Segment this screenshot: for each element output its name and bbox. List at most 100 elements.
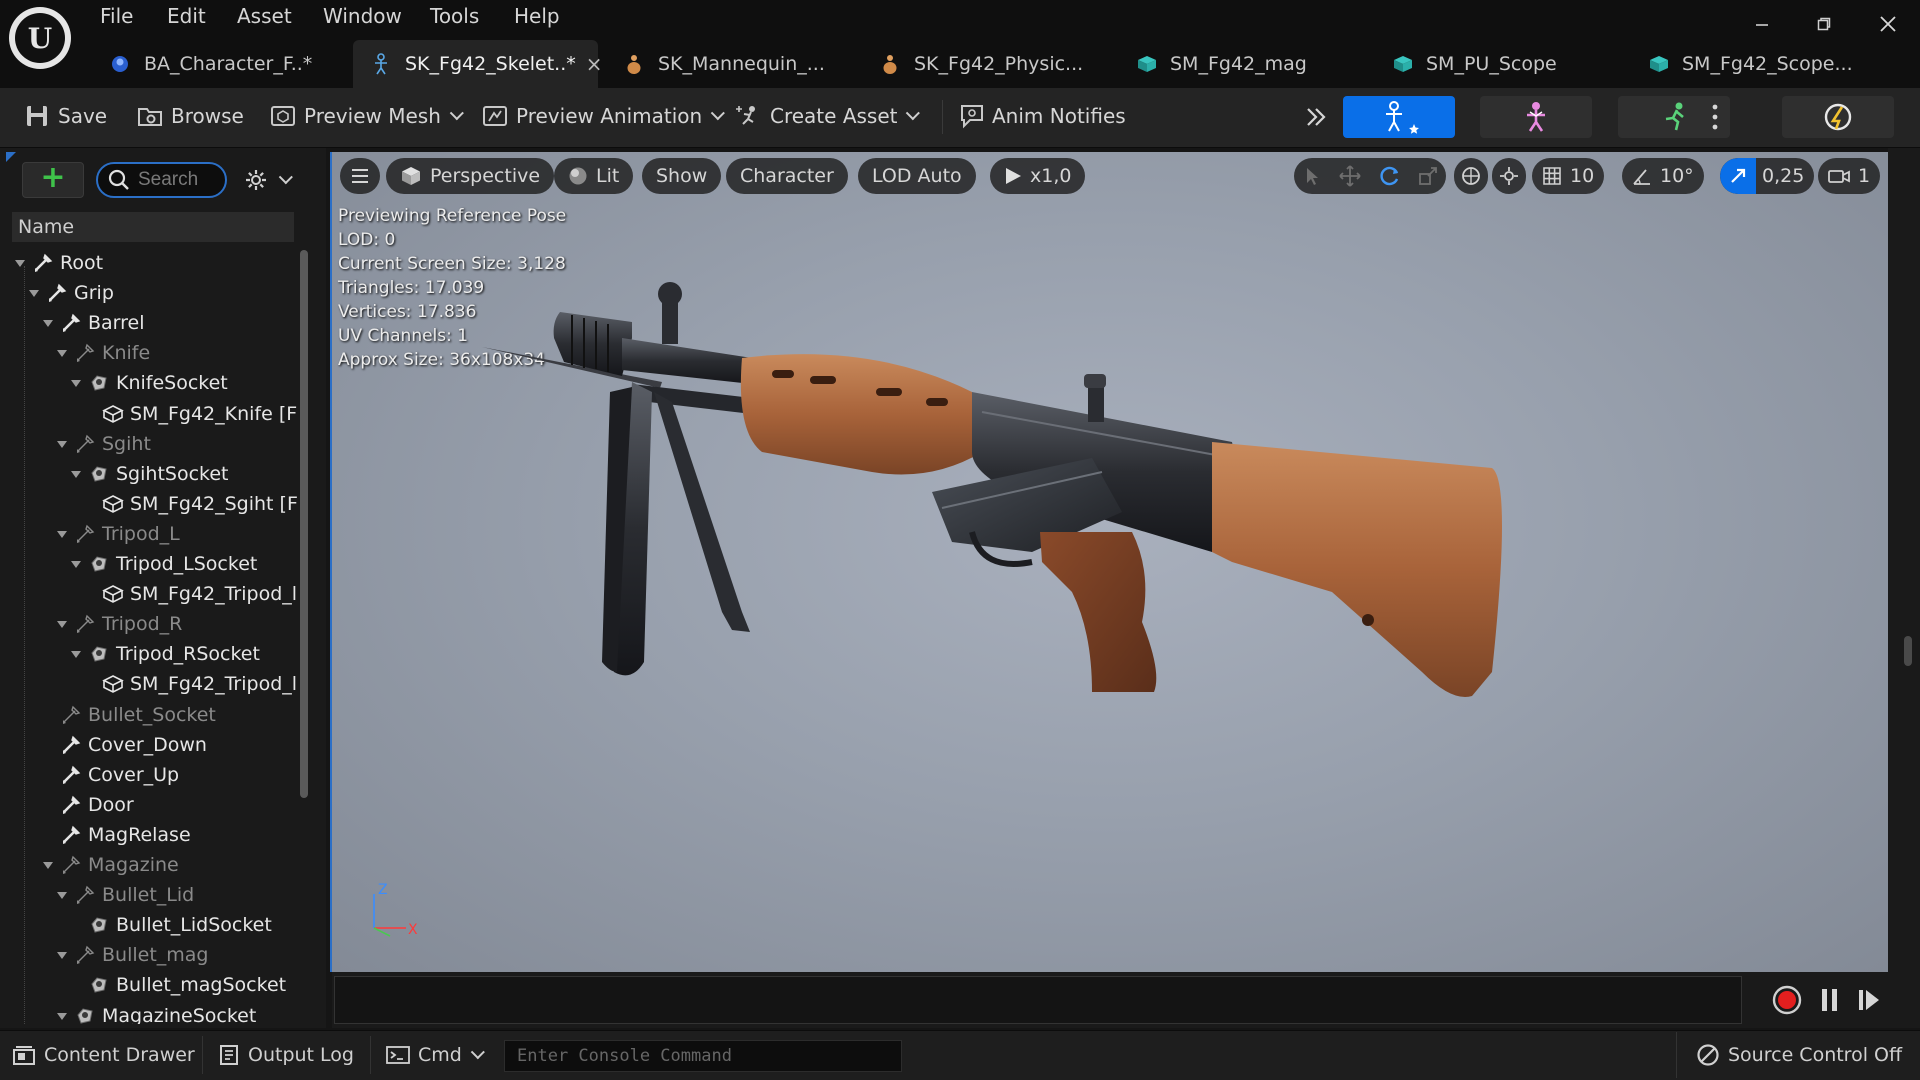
- expand-arrow-icon[interactable]: [56, 949, 68, 961]
- tree-row-socket[interactable]: Tripod_RSocket: [70, 639, 260, 669]
- step-forward-icon: [1859, 990, 1879, 1010]
- expand-arrow-icon[interactable]: [56, 1010, 68, 1022]
- search-input[interactable]: [138, 169, 218, 191]
- status-divider: [370, 1036, 371, 1074]
- bone-icon: [60, 854, 82, 876]
- step-forward-button[interactable]: [1855, 984, 1883, 1016]
- pause-button[interactable]: [1817, 984, 1843, 1016]
- minimize-icon[interactable]: [1742, 6, 1782, 42]
- unreal-logo-icon[interactable]: U: [9, 7, 71, 69]
- add-socket-button[interactable]: +: [22, 162, 84, 198]
- expand-arrow-icon[interactable]: [70, 648, 82, 660]
- tree-row-bone[interactable]: Magazine: [42, 850, 179, 880]
- console-input[interactable]: Enter Console Command: [504, 1040, 902, 1072]
- record-button[interactable]: [1771, 984, 1803, 1016]
- skeletal-mesh-mode-button[interactable]: [1480, 96, 1592, 138]
- menu-edit[interactable]: Edit: [167, 4, 206, 32]
- tree-row-bone[interactable]: Grip: [28, 278, 114, 308]
- right-scrollbar[interactable]: [1904, 636, 1912, 666]
- tree-row-socket[interactable]: SgihtSocket: [70, 459, 229, 489]
- close-window-icon[interactable]: [1868, 6, 1908, 42]
- expand-arrow-icon[interactable]: [56, 528, 68, 540]
- preview-animation-button[interactable]: Preview Animation: [482, 98, 726, 134]
- expand-arrow-icon[interactable]: [70, 377, 82, 389]
- expand-arrow-icon[interactable]: [70, 468, 82, 480]
- restore-icon[interactable]: [1804, 6, 1844, 42]
- expand-arrow-icon[interactable]: [42, 859, 54, 871]
- save-button[interactable]: Save: [24, 98, 107, 134]
- tree-column-header-name[interactable]: Name: [12, 212, 294, 242]
- expand-arrow-icon[interactable]: [14, 257, 26, 269]
- create-asset-button[interactable]: Create Asset: [736, 98, 921, 134]
- search-box[interactable]: [96, 162, 227, 198]
- tree-row-bone[interactable]: Barrel: [42, 308, 145, 338]
- skeleton-mode-button[interactable]: [1343, 96, 1455, 138]
- expand-arrow-icon[interactable]: [70, 558, 82, 570]
- tree-row-bone[interactable]: Sgiht: [56, 429, 151, 459]
- tree-row-bone[interactable]: Knife: [56, 338, 150, 368]
- tree-row-bone[interactable]: Tripod_L: [56, 519, 180, 549]
- tree-row-mesh[interactable]: SM_Fg42_Sgiht [F: [84, 489, 298, 519]
- tree-row-socket[interactable]: MagazineSocket: [56, 1001, 256, 1024]
- tree-row-bone[interactable]: Cover_Down: [42, 730, 207, 760]
- preview-animation-icon: [482, 103, 508, 129]
- tree-row-label: SM_Fg42_Sgiht [F: [130, 492, 298, 515]
- expand-arrow-icon[interactable]: [56, 889, 68, 901]
- source-control-button[interactable]: Source Control Off: [1696, 1038, 1902, 1072]
- tree-row-mesh[interactable]: SM_Fg42_Knife [F: [84, 399, 297, 429]
- menu-file[interactable]: File: [100, 4, 133, 32]
- tab-sk-mannequin[interactable]: SK_Mannequin_...: [606, 40, 858, 88]
- more-options-icon[interactable]: [1703, 98, 1727, 136]
- tab-sm-fg42-mag[interactable]: SM_Fg42_mag: [1118, 40, 1370, 88]
- tree-row-mesh[interactable]: SM_Fg42_Tripod_l: [84, 669, 297, 699]
- static-mesh-icon: [102, 493, 124, 515]
- tree-row-bone[interactable]: Bullet_Socket: [42, 700, 216, 730]
- content-drawer-icon: [12, 1044, 36, 1066]
- expand-arrow-icon[interactable]: [56, 438, 68, 450]
- tree-row-bone[interactable]: Bullet_mag: [56, 940, 209, 970]
- toolbar-overflow-icon[interactable]: [1304, 100, 1334, 134]
- tree-guide-lines: [24, 266, 25, 1024]
- output-log-button[interactable]: Output Log: [218, 1038, 354, 1072]
- tree-row-bone[interactable]: MagRelase: [42, 820, 191, 850]
- tree-row-socket[interactable]: KnifeSocket: [70, 368, 228, 398]
- tree-scrollbar[interactable]: [300, 250, 308, 798]
- anim-notifies-button[interactable]: Anim Notifies: [958, 98, 1126, 134]
- preview-viewport[interactable]: Perspective Lit Show Character LOD Auto …: [332, 152, 1888, 972]
- tree-row-bone[interactable]: Cover_Up: [42, 760, 179, 790]
- bone-icon: [60, 824, 82, 846]
- tree-settings-button[interactable]: [244, 164, 294, 196]
- tree-row-bone[interactable]: Bullet_Lid: [56, 880, 194, 910]
- tree-row-label: Tripod_RSocket: [116, 643, 260, 666]
- animation-blueprint-mode-button[interactable]: [1782, 96, 1894, 138]
- tab-sm-fg42-scope[interactable]: SM_Fg42_Scope...: [1630, 40, 1882, 88]
- menu-tools[interactable]: Tools: [430, 4, 479, 32]
- menu-help[interactable]: Help: [514, 4, 560, 32]
- tab-close-icon[interactable]: ×: [586, 52, 603, 76]
- menu-asset[interactable]: Asset: [237, 4, 292, 32]
- tree-row-bone[interactable]: Tripod_R: [56, 609, 182, 639]
- tab-sk-fg42-physics[interactable]: SK_Fg42_Physic...: [862, 40, 1114, 88]
- bone-icon: [74, 944, 96, 966]
- tree-row-bone[interactable]: Root: [14, 248, 103, 278]
- tab-sk-fg42-skeleton[interactable]: SK_Fg42_Skelet..* ×: [353, 40, 603, 88]
- tree-row-label: Door: [88, 793, 134, 816]
- expand-arrow-icon[interactable]: [42, 317, 54, 329]
- expand-arrow-icon[interactable]: [28, 287, 40, 299]
- expand-arrow-icon[interactable]: [56, 347, 68, 359]
- timeline-track[interactable]: [334, 976, 1742, 1024]
- cmd-selector[interactable]: Cmd: [386, 1038, 485, 1072]
- expand-arrow-icon[interactable]: [56, 618, 68, 630]
- tab-ba-character[interactable]: BA_Character_F..*: [92, 40, 344, 88]
- tree-row-socket[interactable]: Tripod_LSocket: [70, 549, 257, 579]
- content-drawer-button[interactable]: Content Drawer: [12, 1038, 195, 1072]
- browse-button[interactable]: Browse: [137, 98, 244, 134]
- menu-window[interactable]: Window: [323, 4, 402, 32]
- tree-row-bone[interactable]: Door: [42, 790, 134, 820]
- tree-row-socket[interactable]: Bullet_magSocket: [70, 970, 286, 1000]
- tree-row-socket[interactable]: Bullet_LidSocket: [70, 910, 272, 940]
- tab-sm-pu-scope[interactable]: SM_PU_Scope: [1374, 40, 1626, 88]
- tree-row-mesh[interactable]: SM_Fg42_Tripod_l: [84, 579, 297, 609]
- preview-mesh-button[interactable]: Preview Mesh: [270, 98, 464, 134]
